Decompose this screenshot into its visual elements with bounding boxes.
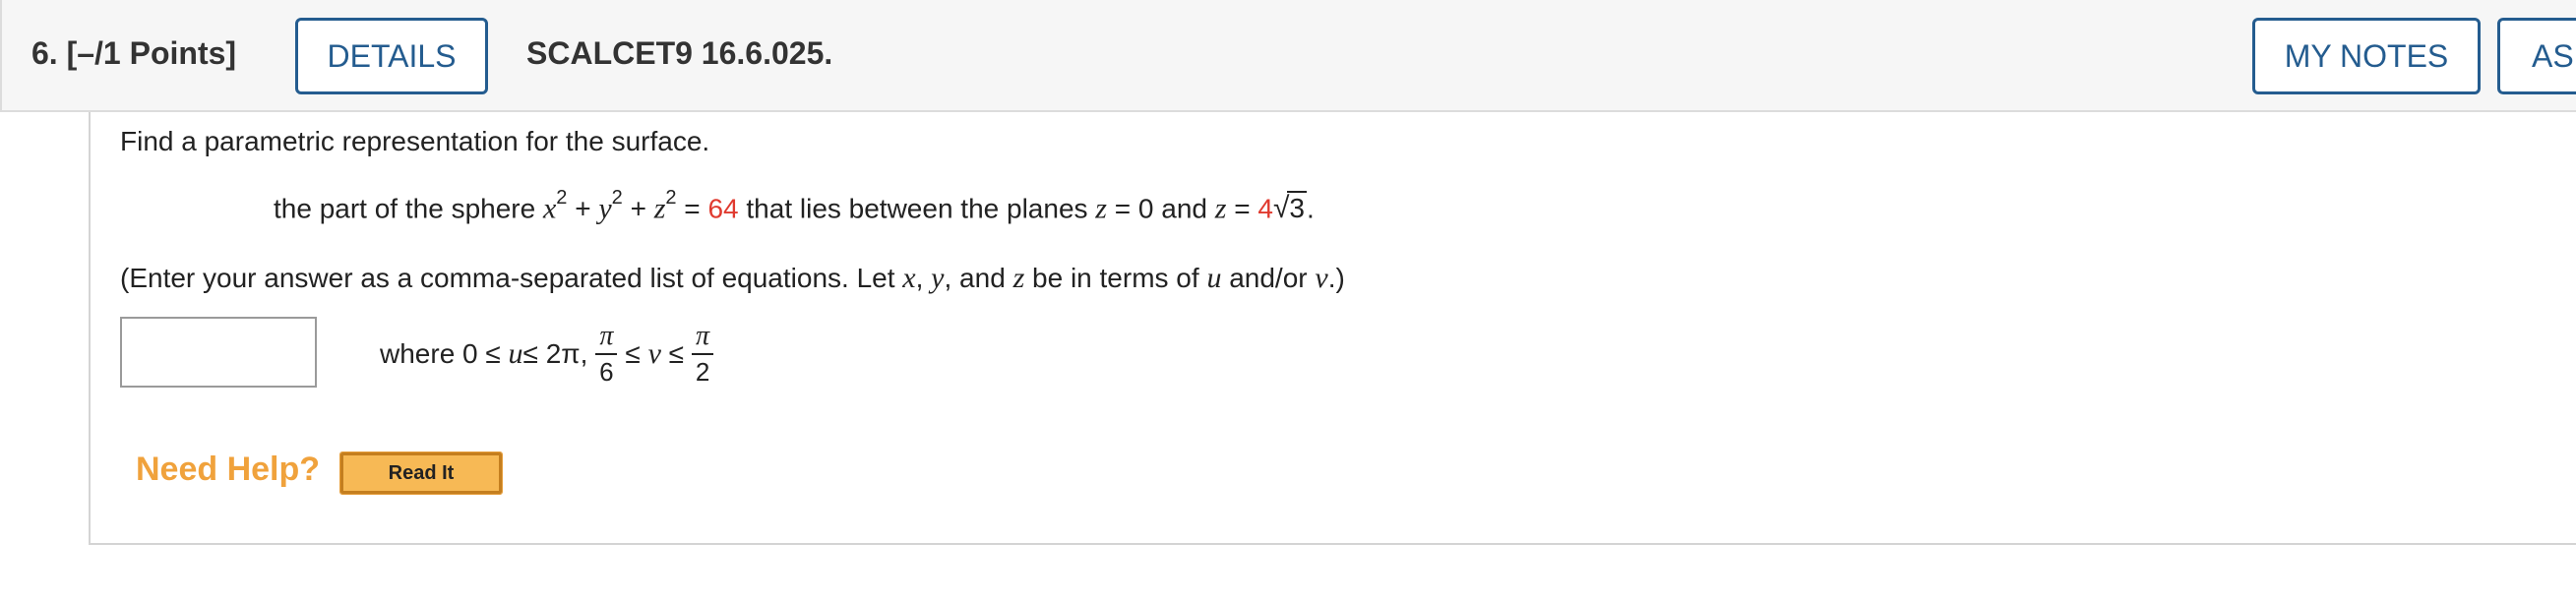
need-help-label: Need Help? (136, 451, 321, 488)
var-u: u (1206, 262, 1222, 294)
u-range-text: ≤ 2π, (522, 338, 588, 369)
ask-teacher-button[interactable]: ASK (2497, 18, 2576, 94)
question-header: 6. [–/1 Points] DETAILS SCALCET9 16.6.02… (0, 0, 2576, 112)
problem-code: SCALCET9 16.6.025. (526, 35, 833, 71)
where-text: where 0 ≤ (380, 338, 501, 369)
surface-prefix-text: the part of the sphere (274, 193, 543, 224)
exponent: 2 (665, 187, 677, 209)
instruction-text: be in terms of (1024, 263, 1207, 293)
radius-squared-value: 64 (707, 193, 739, 224)
var-z: z (653, 192, 666, 225)
var-y: y (598, 192, 612, 225)
instruction-text: (Enter your answer as a comma-separated … (120, 263, 903, 293)
separator: , (915, 263, 932, 293)
details-button[interactable]: DETAILS (295, 18, 488, 94)
equals-sign: = (676, 193, 708, 224)
plane-zero-text: = 0 and (1106, 193, 1215, 224)
denominator: 6 (599, 357, 614, 387)
my-notes-button[interactable]: MY NOTES (2252, 18, 2481, 94)
var-z: z (1214, 192, 1227, 225)
var-y: y (931, 262, 945, 294)
surface-description: the part of the sphere x2 + y2 + z2 = 64… (274, 187, 1315, 225)
parameter-domain: where 0 ≤ u ≤ 2π, π6 ≤ v ≤ π2 (380, 315, 721, 393)
var-v: v (1315, 262, 1328, 294)
exponent: 2 (611, 187, 623, 209)
fraction-pi-over-2: π2 (692, 320, 714, 389)
exponent: 2 (556, 187, 568, 209)
read-it-button[interactable]: Read It (339, 452, 503, 495)
sqrt-expression: √3 (1273, 191, 1307, 225)
question-body: Find a parametric representation for the… (89, 112, 2576, 545)
equals-sign: = (1226, 193, 1258, 224)
question-points-label: 6. [–/1 Points] (31, 35, 237, 71)
var-x: x (902, 262, 916, 294)
denominator: 2 (695, 357, 710, 387)
sqrt-argument: 3 (1287, 191, 1307, 224)
plus-sign: + (622, 193, 654, 224)
plane-coefficient: 4 (1257, 193, 1273, 224)
le-sign: ≤ (668, 338, 685, 369)
var-x: x (542, 192, 557, 225)
plus-sign: + (567, 193, 599, 224)
var-u: u (508, 337, 523, 370)
answer-instructions: (Enter your answer as a comma-separated … (120, 262, 1345, 295)
var-v: v (647, 337, 661, 370)
surface-mid-text: that lies between the planes (738, 193, 1096, 224)
separator: , and (944, 263, 1013, 293)
problem-intro: Find a parametric representation for the… (120, 126, 710, 156)
le-sign: ≤ (625, 338, 641, 369)
pi-numerator: π (595, 320, 618, 355)
instruction-text: .) (1327, 263, 1345, 293)
var-z: z (1095, 192, 1107, 225)
fraction-pi-over-6: π6 (595, 320, 618, 389)
answer-input[interactable] (120, 317, 317, 388)
var-z: z (1012, 262, 1025, 294)
period: . (1306, 193, 1315, 224)
instruction-text: and/or (1221, 263, 1316, 293)
pi-numerator: π (692, 320, 714, 355)
